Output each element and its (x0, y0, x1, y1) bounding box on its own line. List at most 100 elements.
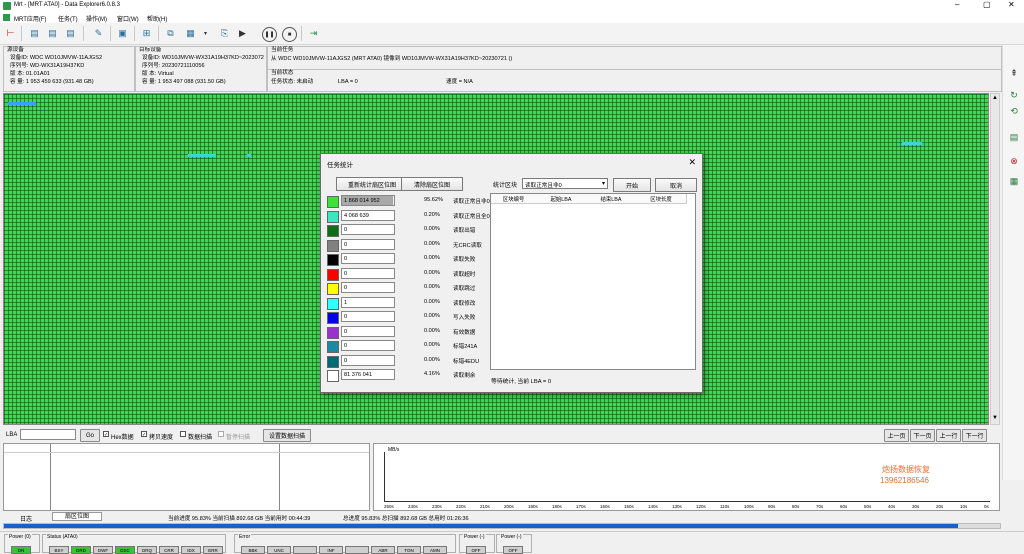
go-button[interactable]: Go (80, 429, 100, 442)
scroll-top-icon[interactable]: ⇞ (1008, 67, 1020, 79)
speed-tick-label: 200s (504, 504, 514, 509)
prev-row-button[interactable]: 上一行 (936, 429, 961, 442)
source-version: 版 本: 01.01A01 (10, 71, 50, 78)
back-icon[interactable]: ⟲ (1008, 105, 1020, 117)
stat-row: 00.00%读取超时 (327, 268, 487, 281)
next-page-button[interactable]: 下一页 (910, 429, 935, 442)
stat-row: 10.00%读取修改 (327, 297, 487, 310)
stat-label: 读取失败 (453, 255, 475, 263)
color-swatch (327, 356, 339, 368)
play-icon[interactable]: ▶ (236, 27, 249, 40)
stat-block-select[interactable]: 读取正常且非0 ▾ (522, 178, 608, 189)
redraw-bitmap-button[interactable]: 重新统计扇区位图 (336, 177, 408, 191)
col-block-length[interactable]: 区块长度 (636, 194, 687, 204)
status-led: ERR (203, 546, 223, 554)
stat-row: 81 376 0414.16%读取剩余 (327, 369, 487, 382)
stat-row: 00.00%无CRC读取 (327, 239, 487, 252)
divider (50, 444, 51, 510)
clipboard-icon[interactable]: ▣ (116, 27, 129, 40)
stat-block-value: 读取正常且非0 (525, 181, 562, 189)
color-swatch (327, 240, 339, 252)
progress-fill (4, 524, 958, 528)
tab-sector-bitmap[interactable]: 扇区位图 (52, 512, 102, 521)
doc-stats-icon[interactable]: ▦ (1008, 175, 1020, 187)
hex-checkbox[interactable]: ✓ (103, 431, 109, 437)
status-led: BSY (49, 546, 69, 554)
power0-group: Power (0) ON (4, 534, 40, 553)
close-button[interactable]: ✕ (1008, 0, 1015, 9)
tab-log[interactable]: 日志 (20, 514, 32, 523)
target-title: 目标设备 (139, 47, 161, 54)
start-button[interactable]: 开始 (613, 178, 651, 192)
pause-icon[interactable]: ❚❚ (262, 27, 277, 42)
document-copy-icon[interactable]: ▤ (46, 27, 59, 40)
maximize-button[interactable]: ▢ (983, 0, 991, 9)
menu-task[interactable]: 任务(T) (58, 14, 78, 23)
color-swatch (327, 370, 339, 382)
stat-percent: 0.00% (424, 299, 440, 305)
report-icon[interactable]: ▦ (184, 27, 197, 40)
pause-scan-checkbox[interactable] (218, 431, 224, 437)
status-led: CRR (159, 546, 179, 554)
stat-percent: 0.00% (424, 270, 440, 276)
doc-view-icon[interactable]: ▤ (1008, 131, 1020, 143)
power0-label: Power (0) (8, 534, 32, 540)
menu-help[interactable]: 帮助(H) (147, 14, 167, 23)
stat-label: 无CRC读取 (453, 241, 482, 249)
clear-bitmap-button[interactable]: 清除扇区位图 (401, 177, 463, 191)
next-row-button[interactable]: 下一行 (962, 429, 987, 442)
minimize-button[interactable]: – (955, 0, 959, 9)
status-title: 当前状态 (271, 70, 293, 77)
task-description: 从 WDC WD10JMVW-11AJGS2 (MRT ATA0) 镜像到 WD… (271, 56, 512, 63)
stat-row: 00.00%读取跳过 (327, 282, 487, 295)
dropdown-arrow-icon[interactable]: ▾ (199, 27, 212, 40)
task-state: 任务状态: 未启动 (271, 79, 313, 86)
document-icon[interactable]: ▤ (28, 27, 41, 40)
export-icon[interactable]: ⎘ (218, 27, 231, 40)
menu-mrt[interactable]: MRT应用(F) (14, 14, 47, 23)
bitmap-scrollbar[interactable]: ▲ ▼ (990, 93, 1000, 425)
connect-icon[interactable]: ⊢ (4, 27, 17, 40)
speed-tick-label: 0s (984, 504, 989, 509)
col-block-number[interactable]: 区块编号 (491, 194, 537, 204)
wait-status-text: 等待统计, 当前 LBA = 0 (491, 376, 551, 385)
copy-task-icon[interactable]: ⧉ (164, 27, 177, 40)
scroll-up-icon[interactable]: ▲ (992, 95, 998, 101)
source-id: 设备ID: WDC WD10JMVW-11AJGS2 (10, 55, 102, 62)
col-start-lba[interactable]: 起始LBA (536, 194, 587, 204)
power1-group: Power (-) OFF (459, 534, 495, 553)
scan-settings-button[interactable]: 设置数据扫描 (263, 429, 311, 442)
stat-percent: 0.00% (424, 357, 440, 363)
speed-tick-label: 220s (456, 504, 466, 509)
lba-input[interactable] (20, 429, 76, 440)
stat-row: 4 068 6390.20%读取正常且全0 (327, 210, 487, 223)
color-swatch (327, 211, 339, 223)
col-end-lba[interactable]: 结束LBA (586, 194, 637, 204)
stop-icon[interactable]: ■ (282, 27, 297, 42)
error-led (293, 546, 317, 554)
tree-icon[interactable]: ⊞ (140, 27, 153, 40)
exit-icon[interactable]: ⇥ (307, 27, 320, 40)
edit-icon[interactable]: ✎ (92, 27, 105, 40)
close-icon[interactable]: ✕ (688, 157, 696, 168)
scroll-down-icon[interactable]: ▼ (992, 415, 998, 421)
power1-label: Power (-) (463, 534, 486, 540)
block-table[interactable]: 区块编号 起始LBA 结束LBA 区块长度 (490, 193, 696, 370)
menu-operation[interactable]: 操作(M) (86, 14, 107, 23)
refresh-icon[interactable]: ↻ (1008, 89, 1020, 101)
copy-speed-checkbox[interactable]: ✓ (141, 431, 147, 437)
prev-page-button[interactable]: 上一页 (884, 429, 909, 442)
cancel-button[interactable]: 取消 (655, 178, 697, 192)
stat-row: 00.00%读取失败 (327, 253, 487, 266)
power2-led: OFF (503, 546, 523, 554)
menu-window[interactable]: 窗口(W) (117, 14, 139, 23)
doc-alert-icon[interactable]: ⊗ (1008, 155, 1020, 167)
stat-label: 读取出错 (453, 226, 475, 234)
speed-tick-label: 40s (888, 504, 895, 509)
divider (4, 452, 369, 453)
data-scan-checkbox[interactable] (180, 431, 186, 437)
stat-row: 00.00%写入失败 (327, 311, 487, 324)
document-list-icon[interactable]: ▤ (64, 27, 77, 40)
stat-label: 读取超时 (453, 270, 475, 278)
color-swatch (327, 341, 339, 353)
